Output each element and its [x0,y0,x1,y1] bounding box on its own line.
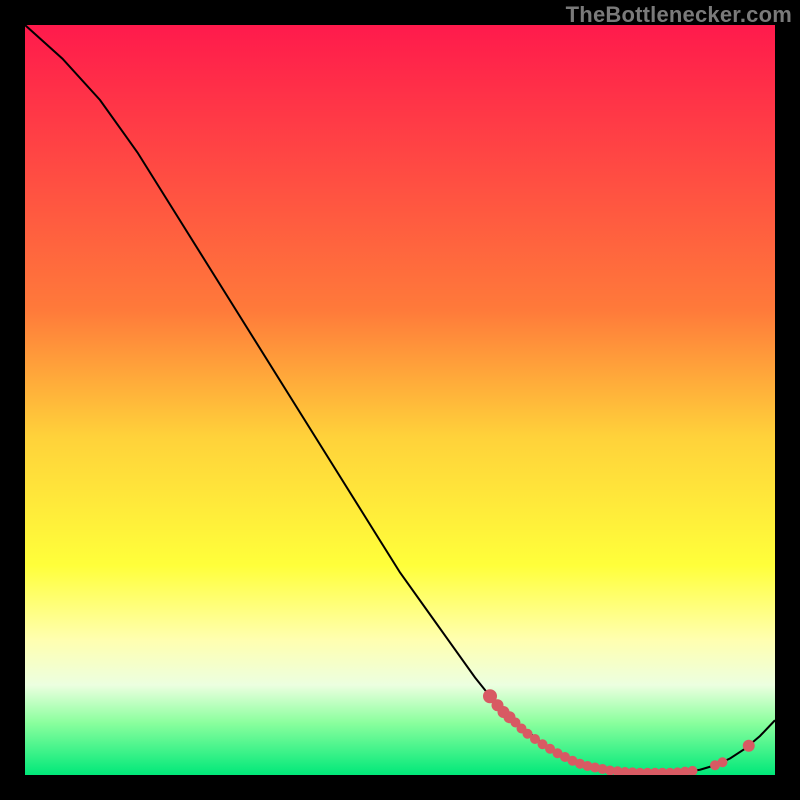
chart-frame: TheBottlenecker.com [0,0,800,800]
watermark-text: TheBottlenecker.com [566,2,792,28]
plot-area [25,25,775,775]
marker-dot [718,757,728,767]
chart-svg [25,25,775,775]
marker-dot [743,740,755,752]
gradient-background [25,25,775,775]
